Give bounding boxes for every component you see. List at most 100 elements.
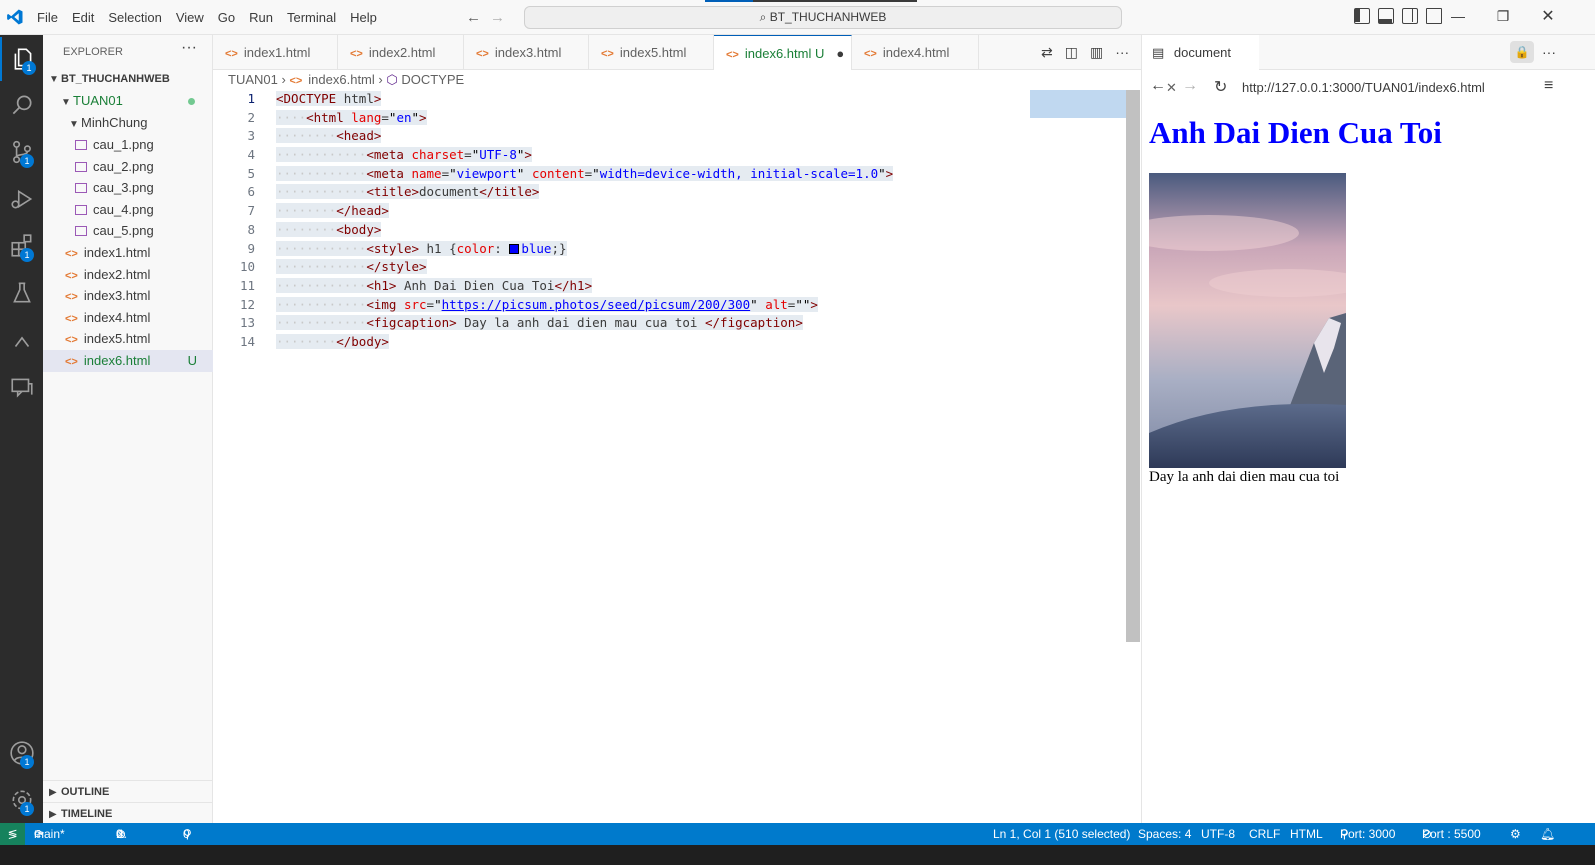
toggle-panel-icon[interactable] <box>1378 8 1394 24</box>
chat-activity[interactable] <box>0 365 43 409</box>
file-index3[interactable]: <> index3.html <box>43 285 213 307</box>
toggle-secondary-sidebar-icon[interactable] <box>1402 8 1418 24</box>
file-cau-4[interactable]: cau_4.png <box>43 199 213 221</box>
file-index1[interactable]: <> index1.html <box>43 242 213 264</box>
source-control-activity[interactable]: 1 <box>0 130 43 174</box>
file-cau-5[interactable]: cau_5.png <box>43 220 213 242</box>
color-swatch-icon[interactable] <box>509 243 520 254</box>
line-ending[interactable]: CRLF <box>1249 823 1280 845</box>
code-area[interactable]: <DOCTYPE html> ····<html lang="en"> ······… <box>276 90 894 352</box>
preview-heading: Anh Dai Dien Cua Toi <box>1149 115 1442 150</box>
file-cau-2[interactable]: cau_2.png <box>43 156 213 178</box>
more-actions-icon[interactable]: ··· <box>181 39 197 57</box>
url-field[interactable]: http://127.0.0.1:3000/TUAN01/index6.html <box>1242 80 1485 95</box>
browser-icon: ▤ <box>1152 45 1165 60</box>
close-window-button[interactable]: ✕ <box>1525 0 1571 35</box>
settings-activity[interactable]: 1 <box>0 778 43 822</box>
breadcrumb-symbol[interactable]: DOCTYPE <box>401 72 464 87</box>
code-line[interactable]: ············</style> <box>276 258 893 277</box>
tab-index2[interactable]: <> index2.html <box>338 35 464 70</box>
menu-view[interactable]: View <box>169 0 211 35</box>
tab-index1[interactable]: <> index1.html <box>213 35 338 70</box>
tab-index6[interactable]: <> index6.html U ● <box>714 35 852 70</box>
code-line[interactable]: ········<body> <box>276 221 893 240</box>
folder-minhchung[interactable]: ▼ MinhChung <box>43 112 213 134</box>
search-activity[interactable] <box>0 83 43 127</box>
tab-index5[interactable]: <> index5.html <box>589 35 714 70</box>
open-preview-icon[interactable]: ◫ <box>1065 44 1078 61</box>
timeline-section[interactable]: ▶ TIMELINE <box>43 802 213 824</box>
extensions-activity[interactable]: 1 <box>0 224 43 268</box>
reload-icon[interactable]: ↻ <box>1214 77 1227 97</box>
menu-icon[interactable]: ≡ <box>1544 77 1553 95</box>
line-number: 7 <box>247 203 255 219</box>
code-line[interactable]: ············<meta name="viewport" conten… <box>276 165 894 184</box>
code-line[interactable]: ············<style> h1 {color: blue;} <box>276 240 893 259</box>
menu-go[interactable]: Go <box>211 0 242 35</box>
code-line[interactable]: ············<h1> Anh Dai Dien Cua Toi</h… <box>276 277 893 296</box>
back-arrow-icon[interactable]: ← <box>466 9 481 26</box>
breadcrumb-folder[interactable]: TUAN01 <box>228 72 278 87</box>
unsaved-dot-icon[interactable]: ● <box>836 46 844 61</box>
file-cau-1[interactable]: cau_1.png <box>43 134 213 156</box>
code-line[interactable]: ············<title>document</title> <box>276 183 893 202</box>
cursor-position[interactable]: Ln 1, Col 1 (510 selected) <box>993 823 1130 845</box>
remote-explorer-activity[interactable] <box>0 318 43 362</box>
editor-scrollbar[interactable] <box>1126 90 1140 642</box>
lock-icon[interactable]: 🔒 <box>1510 41 1534 63</box>
preview-tab[interactable]: ▤ document ✕ <box>1142 35 1259 95</box>
testing-activity[interactable] <box>0 271 43 315</box>
warning-count: 0 <box>116 827 123 841</box>
tab-index3[interactable]: <> index3.html <box>464 35 589 70</box>
file-index6[interactable]: <> index6.html U <box>43 350 213 372</box>
tab-index4[interactable]: <> index4.html <box>852 35 979 70</box>
menu-help[interactable]: Help <box>343 0 384 35</box>
file-cau-3[interactable]: cau_3.png <box>43 177 213 199</box>
tab-label: index1.html <box>243 45 311 60</box>
more-actions-icon[interactable]: ··· <box>1542 44 1556 60</box>
back-arrow-icon[interactable]: ← <box>1150 77 1166 95</box>
code-line[interactable]: ········</body> <box>276 333 893 352</box>
file-index4[interactable]: <> index4.html <box>43 307 213 329</box>
file-index5[interactable]: <> index5.html <box>43 328 213 350</box>
code-editor[interactable]: 1 2 3 4 5 6 7 8 9 10 11 12 13 14 <DOCTYPE html> ····<h… <box>213 90 1141 823</box>
accounts-status-icon[interactable]: ⚙ <box>1510 823 1521 845</box>
code-line[interactable]: ············<meta charset="UTF-8"> <box>276 146 893 165</box>
forward-arrow-icon[interactable]: → <box>1182 77 1198 95</box>
file-index2[interactable]: <> index2.html <box>43 264 213 286</box>
remote-indicator[interactable]: ≶ <box>0 823 25 845</box>
explorer-activity[interactable]: 1 <box>0 37 43 81</box>
menu-selection[interactable]: Selection <box>101 0 168 35</box>
language-mode[interactable]: HTML <box>1290 823 1323 845</box>
code-line[interactable]: <DOCTYPE html> <box>276 90 893 109</box>
accounts-activity[interactable]: 1 <box>0 731 43 775</box>
notifications-bell-icon[interactable]: 🔔︎ <box>1540 823 1555 845</box>
encoding[interactable]: UTF-8 <box>1201 823 1235 845</box>
forward-arrow-icon[interactable]: → <box>490 9 505 26</box>
folder-tuan01[interactable]: ▼ TUAN01 <box>43 90 213 112</box>
outline-section[interactable]: ▶ OUTLINE <box>43 780 213 802</box>
minimize-button[interactable]: — <box>1435 0 1481 35</box>
compare-changes-icon[interactable]: ⇄ <box>1041 44 1053 61</box>
code-line[interactable]: ············<figcaption> Day la anh dai … <box>276 314 893 333</box>
minimap[interactable] <box>1030 90 1126 118</box>
editor-actions: ⇄ ◫ ▥ ··· <box>1041 44 1129 61</box>
workspace-root[interactable]: ▼ BT_THUCHANHWEB <box>43 68 213 90</box>
breadcrumb-file[interactable]: index6.html <box>308 72 374 87</box>
menu-edit[interactable]: Edit <box>65 0 101 35</box>
menu-terminal[interactable]: Terminal <box>280 0 343 35</box>
code-line[interactable]: ········<head> <box>276 127 893 146</box>
code-line[interactable]: ····<html lang="en"> <box>276 109 893 128</box>
toggle-primary-sidebar-icon[interactable] <box>1354 8 1370 24</box>
menu-run[interactable]: Run <box>242 0 280 35</box>
code-line[interactable]: ········</head> <box>276 202 893 221</box>
run-debug-activity[interactable] <box>0 177 43 221</box>
image-file-icon <box>75 183 87 193</box>
more-actions-icon[interactable]: ··· <box>1115 44 1129 61</box>
indentation[interactable]: Spaces: 4 <box>1138 823 1191 845</box>
command-center-search[interactable]: ⌕ BT_THUCHANHWEB <box>524 6 1122 29</box>
restore-button[interactable]: ❐ <box>1480 0 1526 35</box>
code-line[interactable]: ············<img src="https://picsum.pho… <box>276 296 893 315</box>
menu-file[interactable]: File <box>30 0 65 35</box>
split-editor-icon[interactable]: ▥ <box>1090 44 1103 61</box>
